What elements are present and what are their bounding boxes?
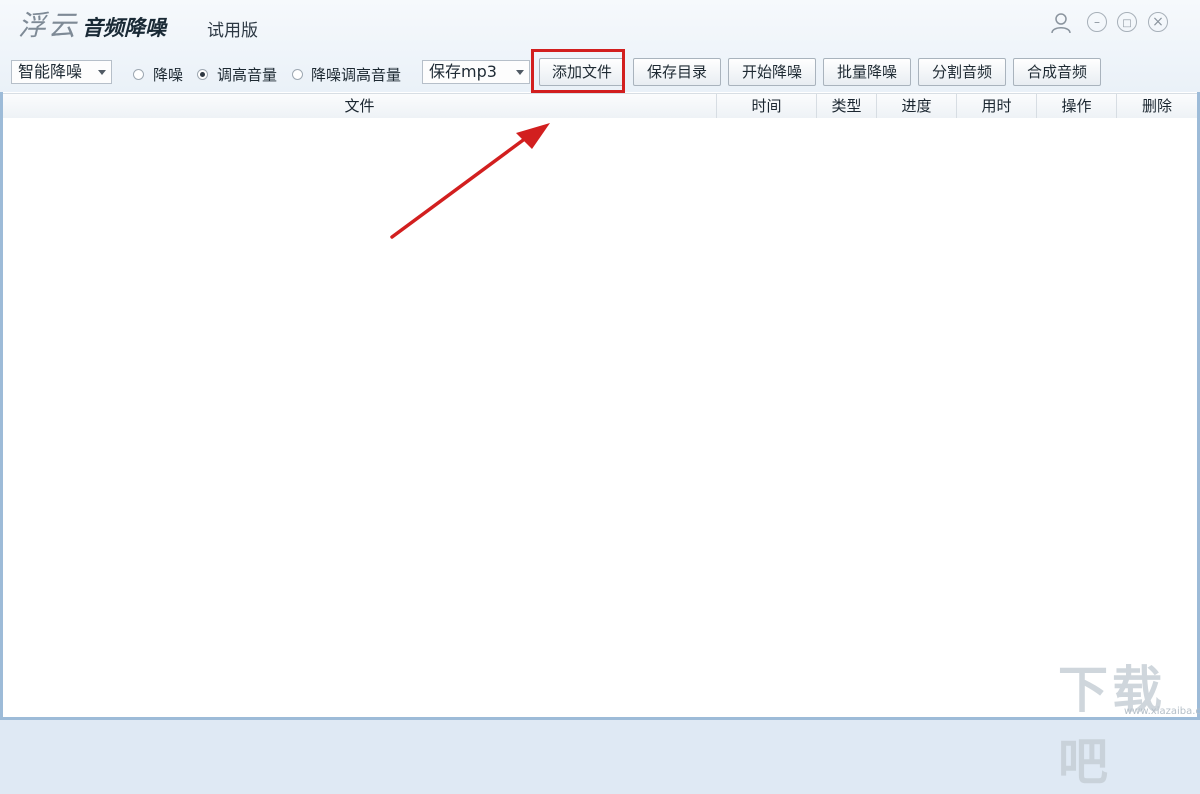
edition-label: 试用版: [207, 21, 258, 41]
radio-denoise[interactable]: 降噪: [133, 64, 183, 85]
radio-icon: [292, 69, 303, 80]
close-icon: ×: [1152, 14, 1164, 30]
merge-audio-button[interactable]: 合成音频: [1013, 58, 1101, 86]
radio-raise-volume[interactable]: 调高音量: [197, 64, 277, 85]
mode-select[interactable]: 智能降噪: [11, 60, 112, 84]
file-table-header: 文件 时间 类型 进度 用时 操作 删除: [3, 93, 1197, 119]
radio-label: 调高音量: [217, 66, 278, 84]
annotation-arrow-icon: [390, 123, 550, 239]
radio-icon: [133, 69, 144, 80]
app-title: 音频降噪: [82, 16, 166, 40]
chevron-down-icon: [98, 70, 106, 75]
batch-denoise-button[interactable]: 批量降噪: [823, 58, 911, 86]
column-header-duration[interactable]: 用时: [956, 94, 1036, 118]
mode-select-value: 智能降噪: [18, 62, 83, 81]
app-window: 浮云 音频降噪 试用版 – □ × 智能降噪 降噪 调高音量 降噪调高音量 保存…: [0, 0, 1200, 791]
maximize-button[interactable]: □: [1117, 12, 1137, 32]
add-file-highlight-box: [531, 49, 625, 93]
maximize-icon: □: [1122, 18, 1132, 29]
file-list[interactable]: [3, 118, 1197, 716]
minimize-button[interactable]: –: [1087, 12, 1107, 32]
user-icon[interactable]: [1050, 12, 1072, 34]
format-select[interactable]: 保存mp3: [422, 60, 530, 84]
chevron-down-icon: [516, 70, 524, 75]
window-border-left: [0, 92, 3, 720]
radio-checked-icon: [197, 69, 208, 80]
column-header-action[interactable]: 操作: [1036, 94, 1116, 118]
brand-logo: 浮云: [18, 9, 79, 42]
column-header-type[interactable]: 类型: [816, 94, 876, 118]
radio-denoise-raise-volume[interactable]: 降噪调高音量: [292, 64, 401, 85]
save-directory-button[interactable]: 保存目录: [633, 58, 721, 86]
split-audio-button[interactable]: 分割音频: [918, 58, 1006, 86]
column-header-delete[interactable]: 删除: [1116, 94, 1197, 118]
close-button[interactable]: ×: [1148, 12, 1168, 32]
format-select-value: 保存mp3: [429, 62, 497, 81]
column-header-file[interactable]: 文件: [3, 94, 716, 118]
minimize-icon: –: [1094, 15, 1100, 29]
radio-label: 降噪: [153, 66, 184, 84]
watermark-url: www.xiazaiba.com: [1124, 706, 1200, 717]
radio-label: 降噪调高音量: [311, 66, 402, 84]
start-denoise-button[interactable]: 开始降噪: [728, 58, 816, 86]
column-header-time[interactable]: 时间: [716, 94, 816, 118]
column-header-progress[interactable]: 进度: [876, 94, 956, 118]
title-bar: 浮云 音频降噪 试用版 – □ ×: [0, 0, 1200, 48]
